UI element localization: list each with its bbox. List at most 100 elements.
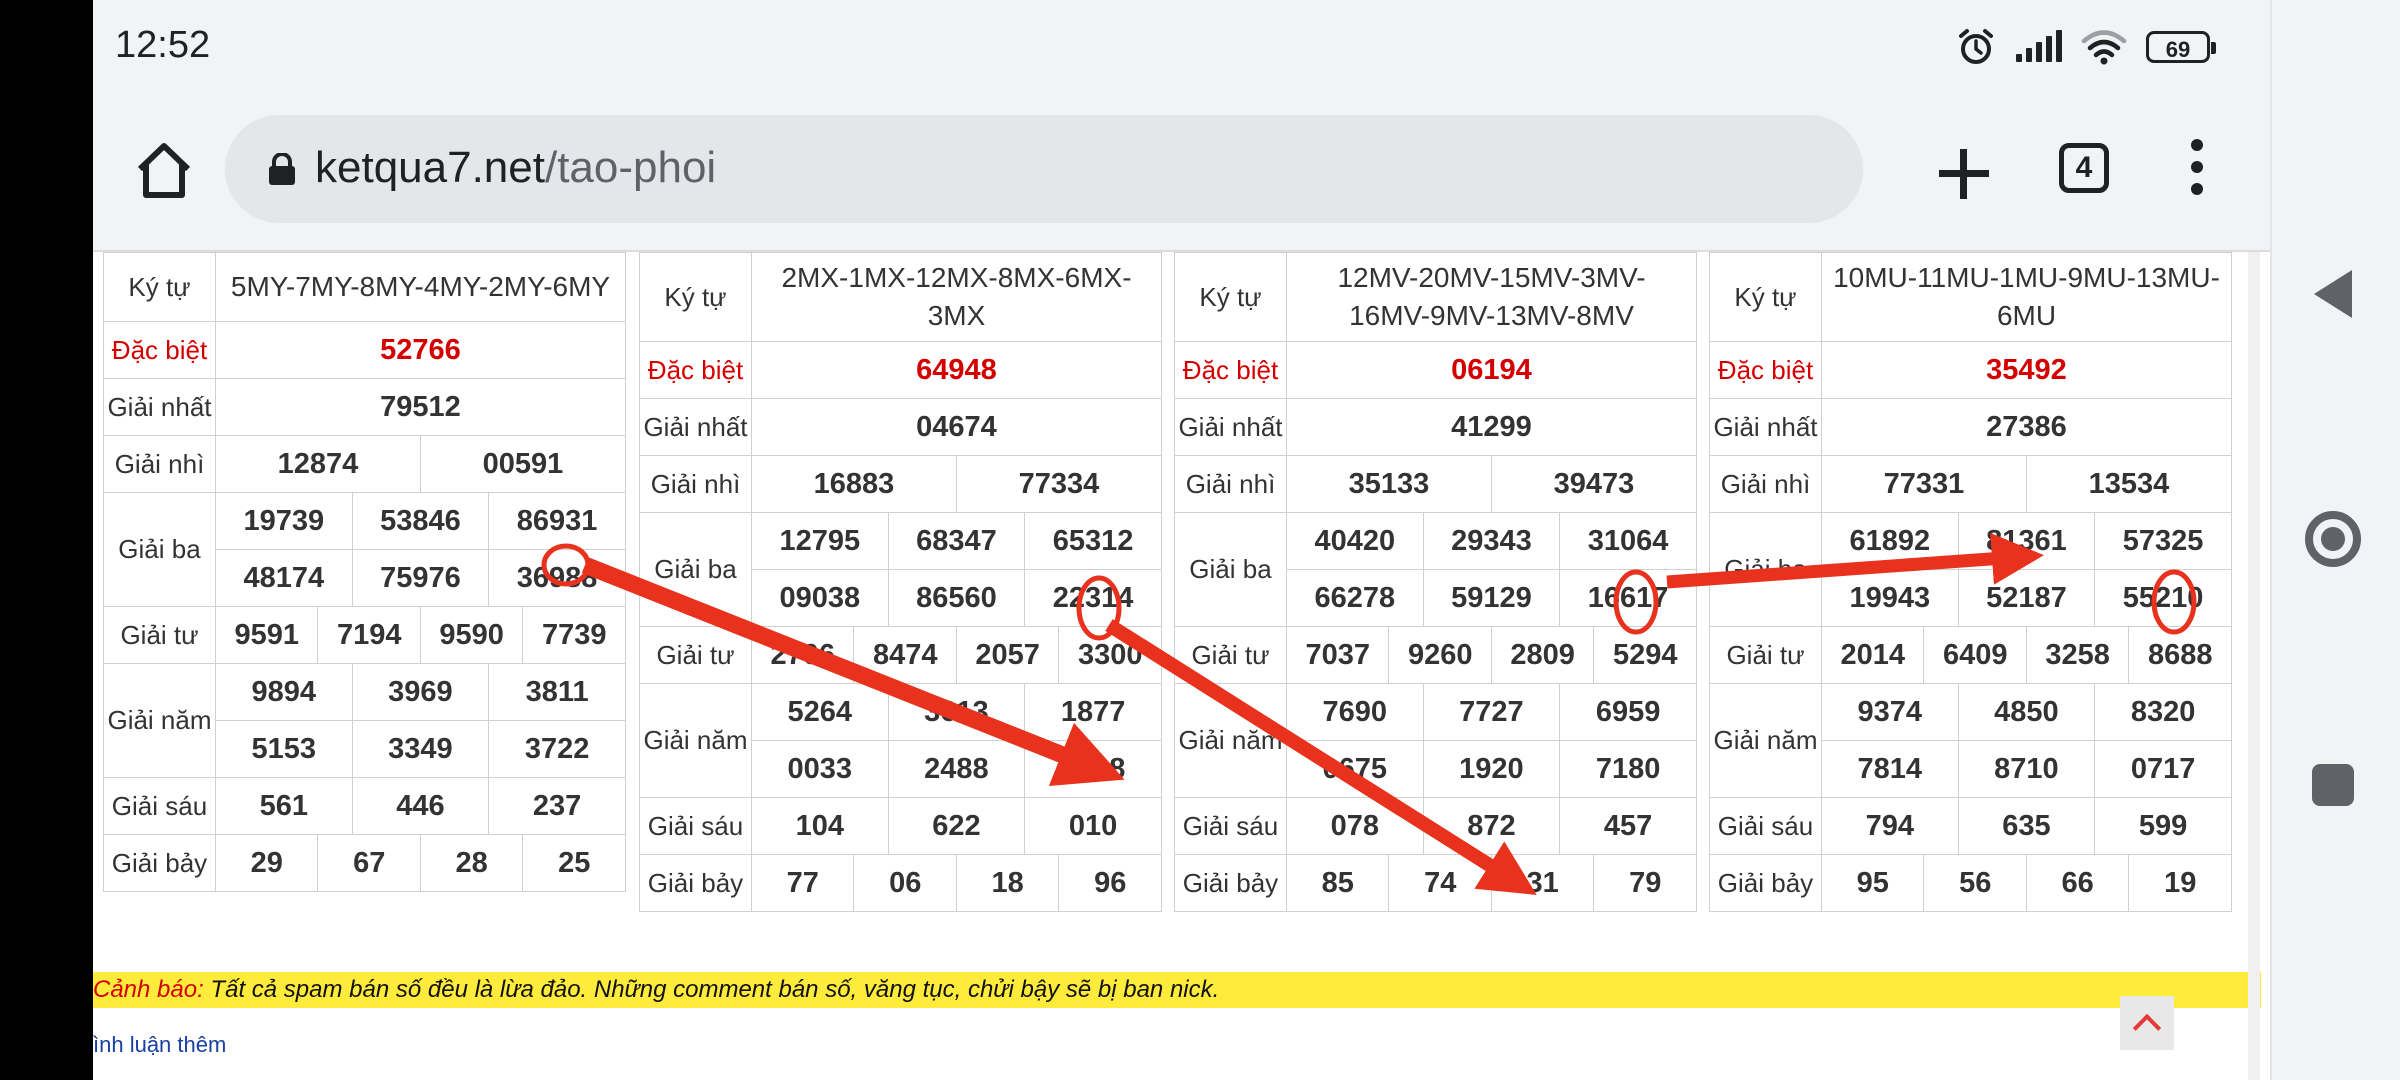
prize-value: 19943 xyxy=(1821,569,1959,627)
url-path: /tao-phoi xyxy=(544,143,717,192)
prize-value: 635 xyxy=(1957,797,2096,855)
prize-value: 3722 xyxy=(488,720,626,778)
prize-row: Đặc biệt 35492 xyxy=(1709,341,2232,399)
prize-label: Giải nhất xyxy=(639,398,752,456)
prize-value: 52187 xyxy=(1957,569,2096,627)
prize-value: 28 xyxy=(419,834,524,892)
prize-value: 7727 xyxy=(1422,683,1561,741)
prize-value: 81361 xyxy=(1957,512,2096,570)
ky-tu-value: 12MV-20MV-15MV-3MV-16MV-9MV-13MV-8MV xyxy=(1286,252,1697,342)
result-table: Ký tự 10MU-11MU-1MU-9MU-13MU-6MU Đặc biệt 3… xyxy=(1709,252,2233,912)
prize-value: 561 xyxy=(215,777,353,835)
prize-value: 48174 xyxy=(215,549,353,607)
prize-row: Đặc biệt 06194 xyxy=(1174,341,1697,399)
prize-row: Giải tư 9591 7194 9590 7739 xyxy=(103,606,626,664)
prize-value: 04674 xyxy=(751,398,1162,456)
prize-value: 67 xyxy=(317,834,421,892)
prize-row: Giải ba 40420 29343 31064 xyxy=(1174,512,1697,627)
prize-value: 2706 xyxy=(750,626,855,684)
prize-value: 7814 xyxy=(1821,740,1959,798)
prize-value: 0033 xyxy=(751,740,889,798)
prize-value: 872 xyxy=(1422,797,1561,855)
status-icons: 69 xyxy=(1956,22,2216,72)
prize-value: 61892 xyxy=(1821,512,1959,570)
prize-row: Đặc biệt 52766 xyxy=(103,321,626,379)
prize-value: 3258 xyxy=(2025,626,2130,684)
more-comments-link[interactable]: ình luận thêm xyxy=(93,1032,226,1058)
prize-value: 3811 xyxy=(488,663,626,721)
prize-value: 22314 xyxy=(1024,569,1162,627)
prize-row: Giải bảy 85 74 31 79 xyxy=(1174,854,1697,912)
prize-row: Giải nhì 16883 77334 xyxy=(639,455,1163,513)
prize-value: 64948 xyxy=(751,341,1162,399)
prize-value: 18 xyxy=(955,854,1060,912)
prize-label: Giải năm xyxy=(1709,683,1822,798)
recents-nav-icon[interactable] xyxy=(2312,764,2354,806)
prize-value: 52766 xyxy=(215,321,626,379)
prize-label: Giải năm xyxy=(639,683,752,798)
prize-value: 40420 xyxy=(1286,512,1424,570)
prize-label: Đặc biệt xyxy=(1174,341,1287,399)
row-label: Ký tự xyxy=(103,252,216,322)
prize-value: 794 xyxy=(1821,797,1959,855)
prize-value: 6409 xyxy=(1923,626,2027,684)
prize-row: Giải nhất 04674 xyxy=(639,398,1162,456)
prize-row: Giải sáu 078 872 457 xyxy=(1174,797,1697,855)
prize-value: 25 xyxy=(522,834,626,892)
prize-row: Giải sáu 561 446 237 xyxy=(103,777,626,835)
ky-tu-value: 5MY-7MY-8MY-4MY-2MY-6MY xyxy=(215,252,626,322)
home-icon[interactable] xyxy=(131,137,197,203)
prize-label: Giải sáu xyxy=(639,797,752,855)
prize-label: Giải nhất xyxy=(103,378,216,436)
prize-value: 9591 xyxy=(214,606,319,664)
new-tab-button[interactable] xyxy=(1929,139,1999,209)
prize-value: 8688 xyxy=(2128,626,2232,684)
prize-row: Giải ba 61892 81361 57325 xyxy=(1709,512,2232,627)
prize-value: 2057 xyxy=(955,626,1060,684)
prize-value: 77331 xyxy=(1821,455,2027,513)
prize-value: 13534 xyxy=(2025,455,2233,513)
prize-value: 3349 xyxy=(351,720,490,778)
prize-value: 6198 xyxy=(1024,740,1162,798)
prize-value: 35492 xyxy=(1821,341,2232,399)
prize-label: Giải nhì xyxy=(1174,455,1287,513)
tab-switcher-button[interactable]: 4 xyxy=(2059,143,2109,193)
back-nav-icon[interactable] xyxy=(2314,270,2352,318)
result-card: Ký tự 2MX-1MX-12MX-8MX-6MX-3MX Đặc biệt 649… xyxy=(639,252,1163,912)
prize-row: Giải bảy 77 06 18 96 xyxy=(639,854,1162,912)
prize-value: 56 xyxy=(1923,854,2027,912)
prize-value: 7739 xyxy=(522,606,626,664)
home-nav-icon[interactable] xyxy=(2305,511,2361,567)
address-bar[interactable]: ketqua7.net/tao-phoi xyxy=(225,115,1863,223)
prize-row: Giải bảy 95 56 66 19 xyxy=(1709,854,2232,912)
prize-row: Giải sáu 794 635 599 xyxy=(1709,797,2232,855)
prize-value: 457 xyxy=(1559,797,1697,855)
row-label: Ký tự xyxy=(639,252,752,342)
prize-value: 41299 xyxy=(1286,398,1697,456)
prize-label: Giải bảy xyxy=(103,834,216,892)
result-table: Ký tự 5MY-7MY-8MY-4MY-2MY-6MY Đặc biệt 5276… xyxy=(103,252,627,892)
prize-value: 7194 xyxy=(317,606,421,664)
prize-label: Giải nhất xyxy=(1709,398,1822,456)
prize-value: 55210 xyxy=(2094,569,2232,627)
prize-label: Giải tư xyxy=(103,606,216,664)
prize-value: 5264 xyxy=(751,683,889,741)
prize-label: Giải ba xyxy=(1709,512,1822,627)
prize-label: Giải sáu xyxy=(1174,797,1287,855)
result-card: Ký tự 10MU-11MU-1MU-9MU-13MU-6MU Đặc biệt 3… xyxy=(1709,252,2233,912)
back-to-top-button[interactable] xyxy=(2120,996,2174,1050)
lock-icon xyxy=(269,153,295,185)
prize-value: 00591 xyxy=(419,435,627,493)
ky-tu-row: Ký tự 5MY-7MY-8MY-4MY-2MY-6MY xyxy=(103,252,626,322)
prize-row: Giải năm 7690 7727 6959 xyxy=(1174,683,1697,798)
prize-value: 77 xyxy=(750,854,855,912)
prize-value: 104 xyxy=(751,797,889,855)
scrollbar[interactable] xyxy=(2248,252,2260,1080)
prize-value: 8320 xyxy=(2094,683,2232,741)
prize-label: Giải ba xyxy=(1174,512,1287,627)
prize-label: Giải sáu xyxy=(103,777,216,835)
battery-icon: 69 xyxy=(2146,31,2216,63)
prize-value: 79512 xyxy=(215,378,626,436)
more-menu-icon[interactable] xyxy=(2187,139,2207,209)
browser-toolbar: ketqua7.net/tao-phoi 4 xyxy=(93,95,2270,252)
